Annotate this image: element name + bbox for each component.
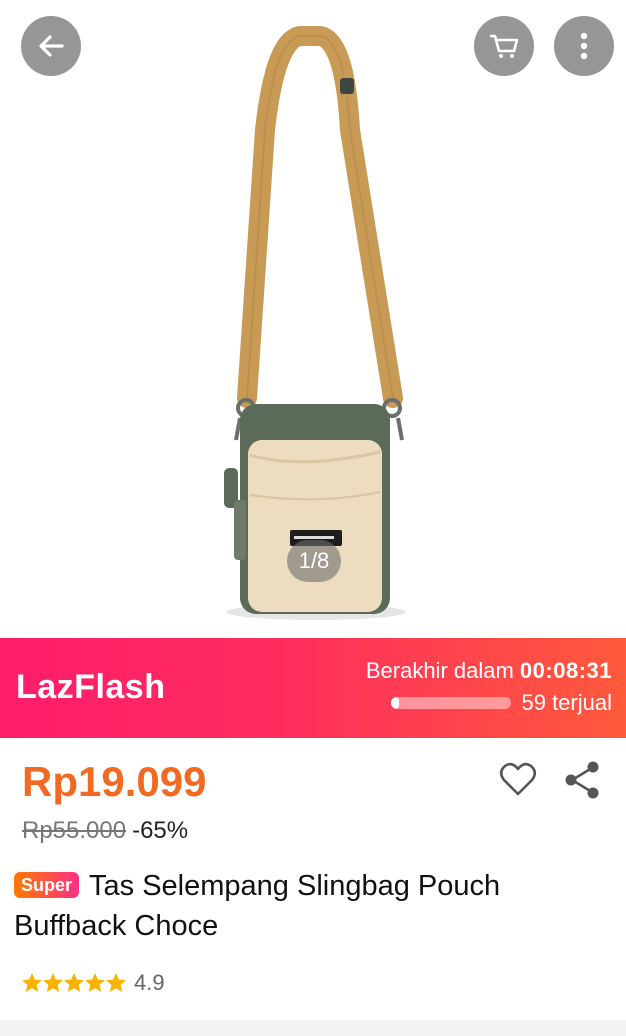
star-icon <box>22 973 42 992</box>
image-counter: 1/8 <box>287 540 341 582</box>
share-icon <box>565 761 599 799</box>
flash-info: Berakhir dalam 00:08:31 59 terjual <box>366 658 612 716</box>
product-image-gallery[interactable]: 1/8 <box>0 0 626 638</box>
sold-count: 59 terjual <box>521 690 612 715</box>
sold-progress: 59 terjual <box>366 690 612 716</box>
rating-value: 4.9 <box>134 970 165 995</box>
star-icon <box>85 973 105 992</box>
section-divider <box>0 1020 626 1036</box>
cart-icon <box>490 34 519 58</box>
product-title-block: Super Tas Selempang Slingbag Pouch Buffba… <box>14 866 604 946</box>
discount-percent: -65% <box>132 817 189 844</box>
star-icon <box>64 973 84 992</box>
current-price: Rp19.099 <box>22 758 207 805</box>
cart-button[interactable] <box>474 16 534 76</box>
countdown-timer: 00:08:31 <box>519 658 612 683</box>
share-button[interactable] <box>562 760 602 800</box>
wishlist-button[interactable] <box>499 762 537 798</box>
sold-progress-fill <box>391 697 399 709</box>
lazflash-banner[interactable]: LazFlash Berakhir dalam 00:08:31 59 terj… <box>0 638 626 738</box>
more-vertical-icon <box>580 32 588 60</box>
lazflash-logo: LazFlash <box>16 668 166 706</box>
heart-icon <box>499 762 537 796</box>
sold-progress-bar <box>391 697 512 709</box>
back-button[interactable] <box>21 16 81 76</box>
more-options-button[interactable] <box>554 16 614 76</box>
original-price: Rp55.000 <box>22 817 127 844</box>
super-badge: Super <box>14 872 80 898</box>
rating-row[interactable]: 4.9 <box>22 970 165 996</box>
star-icon <box>106 973 126 992</box>
original-price-row: Rp55.000 -65% <box>22 817 188 845</box>
product-title: Tas Selempang Slingbag Pouch Buffback Ch… <box>14 870 501 942</box>
product-info: Rp19.099 Rp55.000 -65% Super Tas Selempan… <box>0 738 626 1036</box>
ends-in-label: Berakhir dalam <box>365 658 514 683</box>
rating-stars <box>22 973 126 993</box>
flash-countdown: Berakhir dalam 00:08:31 <box>366 658 612 684</box>
arrow-left-icon <box>39 35 64 57</box>
star-icon <box>43 973 63 992</box>
